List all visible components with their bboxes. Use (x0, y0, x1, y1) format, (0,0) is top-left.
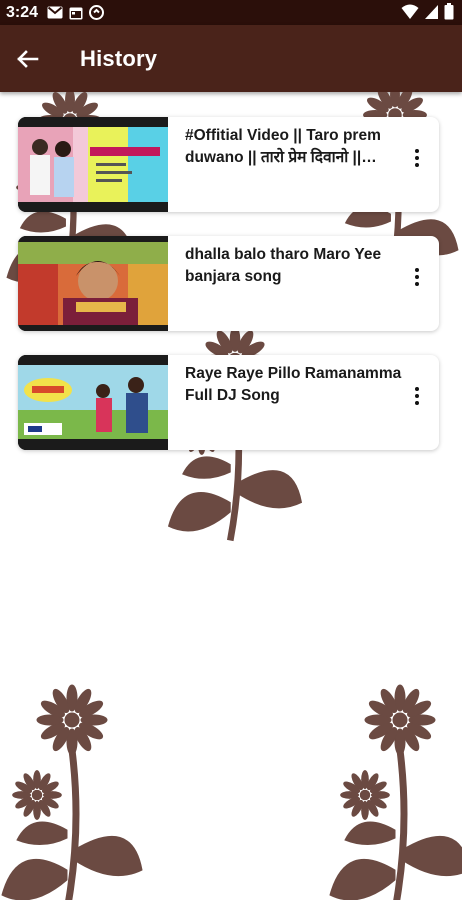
status-bar: 3:24 (0, 0, 462, 25)
more-options-button[interactable] (405, 262, 429, 292)
signal-icon (425, 4, 438, 19)
page-title: History (80, 45, 158, 71)
more-vert-icon (415, 268, 419, 272)
history-item[interactable]: Raye Raye Pillo Ramanamma Full DJ Song (18, 355, 439, 450)
video-thumbnail (18, 355, 168, 450)
video-thumbnail (18, 236, 168, 331)
video-thumbnail (18, 117, 168, 212)
app-bar: History (0, 25, 462, 92)
sync-icon (89, 5, 105, 20)
battery-icon (444, 3, 454, 20)
video-title: #Offitial Video || Taro prem duwano || त… (185, 127, 381, 166)
calendar-icon (69, 7, 83, 19)
more-vert-icon (415, 387, 419, 391)
status-time: 3:24 (6, 3, 39, 21)
history-item[interactable]: dhalla balo tharo Maro Yee banjara song (18, 236, 439, 331)
history-list: #Offitial Video || Taro prem duwano || त… (18, 117, 439, 474)
video-title: Raye Raye Pillo Ramanamma Full DJ Song (185, 365, 402, 404)
history-item[interactable]: #Offitial Video || Taro prem duwano || त… (18, 117, 439, 212)
back-button[interactable] (0, 25, 56, 92)
gmail-icon (47, 6, 63, 19)
more-vert-icon (415, 149, 419, 153)
arrow-left-icon (17, 49, 39, 68)
wifi-icon (401, 4, 419, 19)
more-options-button[interactable] (405, 381, 429, 411)
more-options-button[interactable] (405, 143, 429, 173)
video-title: dhalla balo tharo Maro Yee banjara song (185, 246, 382, 285)
